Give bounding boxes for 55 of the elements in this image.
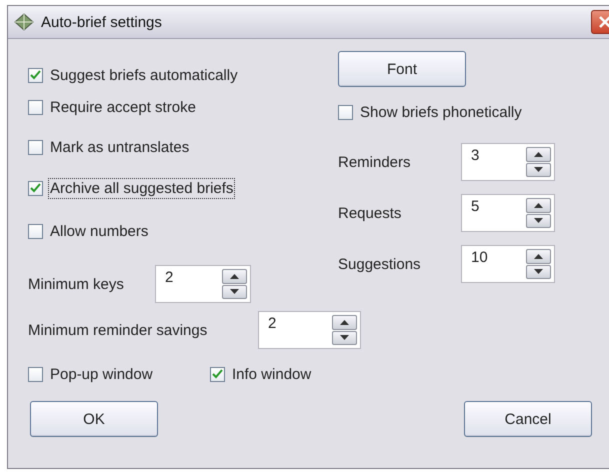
close-icon bbox=[598, 15, 609, 29]
checkbox[interactable] bbox=[28, 140, 43, 154]
number-field[interactable]: 3 bbox=[461, 143, 555, 181]
decrement-button[interactable] bbox=[222, 284, 247, 299]
number-field[interactable]: 2 bbox=[155, 265, 251, 303]
checkmark-icon bbox=[30, 183, 41, 193]
window-title: Auto-brief settings bbox=[41, 14, 163, 30]
caret-down-icon bbox=[534, 269, 543, 274]
caret-down-icon bbox=[534, 167, 543, 172]
checkbox[interactable] bbox=[28, 100, 43, 114]
decrement-button[interactable] bbox=[526, 264, 551, 279]
caret-up-icon bbox=[534, 152, 543, 157]
field-label: Reminders bbox=[338, 154, 412, 170]
increment-button[interactable] bbox=[526, 198, 551, 212]
caret-down-icon bbox=[340, 335, 349, 340]
diamond-icon bbox=[14, 13, 34, 31]
caret-up-icon bbox=[534, 202, 543, 208]
caret-down-icon bbox=[534, 218, 543, 224]
increment-button[interactable] bbox=[332, 315, 357, 330]
increment-button[interactable] bbox=[222, 269, 247, 284]
caret-up-icon bbox=[534, 254, 543, 259]
checkbox-label: Require accept stroke bbox=[49, 98, 197, 118]
increment-button[interactable] bbox=[526, 147, 551, 162]
checkbox[interactable] bbox=[210, 366, 225, 382]
field-label: Suggestions bbox=[338, 256, 422, 272]
checkbox[interactable] bbox=[28, 180, 43, 196]
decrement-button[interactable] bbox=[332, 330, 357, 345]
checkbox-label: Info window bbox=[231, 364, 312, 384]
caret-up-icon bbox=[230, 274, 239, 279]
checkbox-label: Allow numbers bbox=[49, 222, 150, 242]
increment-button[interactable] bbox=[526, 249, 551, 264]
decrement-button[interactable] bbox=[526, 214, 551, 228]
checkbox-label: Archive all suggested briefs bbox=[48, 178, 236, 198]
checkbox-label: Pop-up window bbox=[49, 364, 154, 384]
cancel-button[interactable]: Cancel bbox=[464, 401, 592, 437]
field-label: Minimum keys bbox=[28, 276, 125, 292]
number-field[interactable]: 5 bbox=[461, 194, 555, 232]
caret-up-icon bbox=[340, 320, 349, 325]
checkbox[interactable] bbox=[338, 104, 353, 120]
font-button[interactable]: Font bbox=[338, 51, 466, 87]
checkbox-label: Show briefs phonetically bbox=[359, 102, 523, 122]
checkbox-label: Suggest briefs automatically bbox=[49, 66, 239, 86]
number-field[interactable]: 10 bbox=[461, 245, 555, 283]
checkbox[interactable] bbox=[28, 224, 43, 238]
field-label: Requests bbox=[338, 204, 402, 222]
checkbox[interactable] bbox=[28, 366, 43, 382]
decrement-button[interactable] bbox=[526, 162, 551, 177]
checkbox-label: Mark as untranslates bbox=[49, 138, 190, 158]
field-label: Minimum reminder savings bbox=[28, 322, 208, 338]
checkmark-icon bbox=[30, 70, 41, 80]
caret-down-icon bbox=[230, 289, 239, 294]
number-field[interactable]: 2 bbox=[258, 311, 361, 349]
checkbox[interactable] bbox=[28, 68, 43, 82]
checkmark-icon bbox=[212, 369, 223, 379]
ok-button[interactable]: OK bbox=[30, 401, 158, 437]
